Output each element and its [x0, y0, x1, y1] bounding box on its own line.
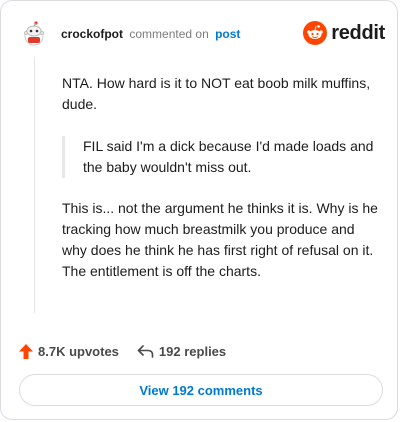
comment-body: NTA. How hard is it to NOT eat boob milk… — [62, 73, 380, 282]
thread-line — [34, 57, 35, 313]
brand-wordmark: reddit — [331, 21, 385, 44]
quote-text: FIL said I'm a dick because I'd made loa… — [83, 138, 374, 175]
comment-card: crockofpot commented on post reddit NTA.… — [0, 0, 398, 420]
reply-arrow-icon — [137, 344, 154, 358]
upvotes-stat[interactable]: 8.7K upvotes — [19, 343, 119, 359]
upvotes-count: 8.7K upvotes — [38, 343, 119, 359]
action-text: commented on — [129, 27, 209, 41]
blockquote: FIL said I'm a dick because I'd made loa… — [62, 136, 380, 178]
comment-header: crockofpot commented on post reddit — [19, 15, 385, 55]
post-link[interactable]: post — [215, 27, 240, 41]
replies-count: 192 replies — [158, 343, 227, 359]
reddit-snoo-icon — [303, 21, 328, 45]
comment-paragraph-2: This is... not the argument he thinks it… — [62, 200, 378, 279]
snoo-avatar-icon[interactable] — [19, 19, 49, 49]
comment-meta: crockofpot commented on post — [61, 27, 240, 41]
view-comments-button[interactable]: View 192 comments — [19, 374, 383, 406]
reddit-logo[interactable]: reddit — [303, 20, 385, 46]
username-link[interactable]: crockofpot — [61, 27, 123, 41]
comment-paragraph-1: NTA. How hard is it to NOT eat boob milk… — [62, 75, 371, 112]
upvote-arrow-icon — [19, 343, 33, 359]
comment-stats: 8.7K upvotes 192 replies — [19, 341, 226, 361]
replies-stat[interactable]: 192 replies — [137, 344, 226, 359]
